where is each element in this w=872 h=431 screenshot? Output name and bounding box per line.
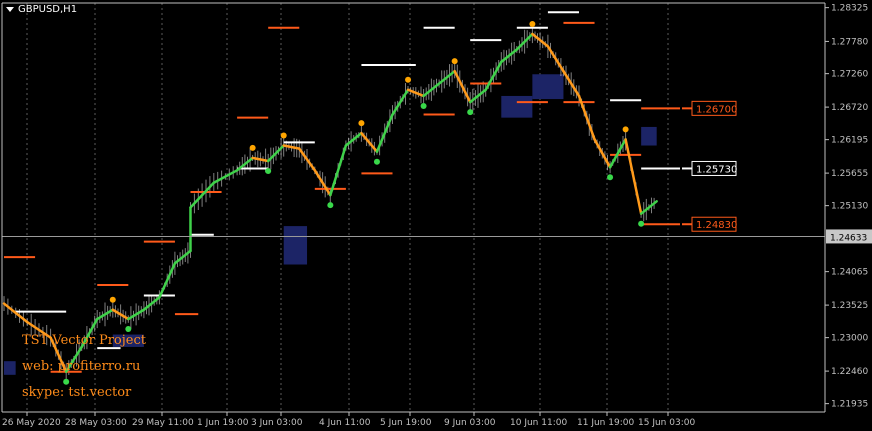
y-tick-label: 1.21935 <box>831 400 868 410</box>
y-tick-label: 1.23000 <box>831 334 868 344</box>
zone-box <box>532 74 564 100</box>
signal-dot-bottom <box>638 220 645 227</box>
zone-box <box>501 95 533 118</box>
symbol-title-text: GBPUSD,H1 <box>18 4 78 15</box>
zone-box <box>283 226 308 265</box>
x-tick-label: 11 Jun 19:00 <box>577 418 634 428</box>
signal-dot-top <box>358 120 365 127</box>
x-tick-label: 3 Jun 03:00 <box>251 418 303 428</box>
current-price-label: 1.24633 <box>830 233 867 243</box>
y-tick-label: 1.27780 <box>831 37 868 47</box>
y-tick-label: 1.25130 <box>831 202 868 212</box>
dropdown-triangle-icon[interactable] <box>6 6 14 12</box>
signal-dot-top <box>249 144 256 151</box>
x-tick-label: 1 Jun 19:00 <box>197 418 249 428</box>
watermark-line-3: skype: tst.vector <box>22 385 132 400</box>
x-tick-label: 15 Jun 03:00 <box>638 418 695 428</box>
zone-box <box>641 126 657 146</box>
signal-dot-bottom <box>373 158 380 165</box>
price-label-text: 1.24830 <box>696 220 737 231</box>
y-tick-label: 1.27260 <box>831 70 868 80</box>
y-tick-label: 1.28325 <box>831 4 868 14</box>
signal-dot-bottom <box>420 102 427 109</box>
signal-dot-top <box>109 296 116 303</box>
y-tick-label: 1.23525 <box>831 301 868 311</box>
price-label-text: 1.25730 <box>696 164 737 175</box>
y-tick-label: 1.26720 <box>831 103 868 113</box>
y-tick-label: 1.25655 <box>831 169 868 179</box>
watermark-line-1: TST Vector Project <box>22 333 146 348</box>
signal-dot-top <box>280 132 287 139</box>
signal-dot-bottom <box>63 378 70 385</box>
watermark-line-2: web: profiterro.ru <box>22 359 141 374</box>
x-tick-label: 26 May 2020 <box>2 418 61 428</box>
zone-box <box>4 361 16 375</box>
x-tick-label: 29 May 11:00 <box>132 418 194 428</box>
x-tick-label: 9 Jun 03:00 <box>444 418 496 428</box>
signal-dot-bottom <box>125 326 132 333</box>
signal-dot-bottom <box>467 109 474 116</box>
y-tick-label: 1.26195 <box>831 136 868 146</box>
signal-dot-top <box>622 126 629 133</box>
y-tick-label: 1.22460 <box>831 367 868 377</box>
signal-dot-top <box>405 76 412 83</box>
signal-dot-bottom <box>607 174 614 181</box>
y-tick-label: 1.24065 <box>831 268 868 278</box>
x-tick-label: 4 Jun 11:00 <box>319 418 371 428</box>
x-tick-label: 5 Jun 19:00 <box>380 418 432 428</box>
signal-dot-top <box>451 58 458 65</box>
signal-dot-bottom <box>265 168 272 175</box>
x-tick-label: 28 May 03:00 <box>65 418 127 428</box>
price-label-text: 1.26700 <box>696 104 737 115</box>
signal-dot-bottom <box>327 202 334 209</box>
symbol-title: GBPUSD,H1 <box>6 4 77 15</box>
signal-dot-top <box>529 20 536 27</box>
x-tick-label: 10 Jun 11:00 <box>510 418 567 428</box>
